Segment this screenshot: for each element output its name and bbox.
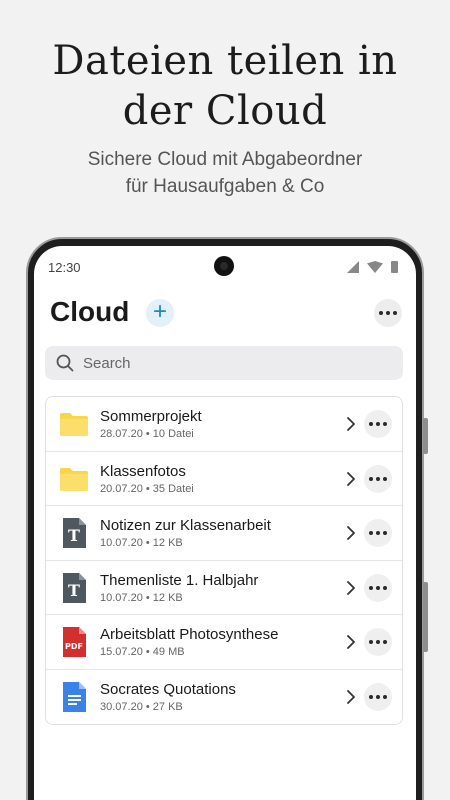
more-dot bbox=[369, 476, 373, 481]
chevron-right-icon[interactable] bbox=[344, 415, 358, 433]
more-dot bbox=[383, 476, 387, 481]
battery-icon bbox=[391, 261, 398, 273]
promo-title-line-1: Dateien teilen in bbox=[52, 38, 398, 84]
phone-screen: 12:30 Cloud + Sommerprojekt 28.07.20 • 10… bbox=[34, 246, 416, 800]
file-row[interactable]: Sommerprojekt 28.07.20 • 10 Datei bbox=[46, 397, 402, 452]
file-name: Klassenfotos bbox=[100, 462, 186, 480]
file-meta: 20.07.20 • 35 Datei bbox=[100, 482, 194, 495]
chevron-right-icon[interactable] bbox=[344, 524, 358, 542]
folder-icon bbox=[58, 408, 90, 440]
promo-title-line-2: der Cloud bbox=[122, 88, 328, 134]
more-dot bbox=[376, 640, 380, 644]
file-name: Notizen zur Klassenarbeit bbox=[100, 517, 271, 534]
file-more-button[interactable] bbox=[364, 682, 392, 711]
more-dot bbox=[383, 640, 387, 644]
phone-side-button bbox=[423, 418, 428, 454]
more-dot bbox=[386, 311, 390, 315]
app-header: Cloud + bbox=[50, 296, 402, 332]
file-icon-glyph: T bbox=[68, 581, 80, 600]
file-list: Sommerprojekt 28.07.20 • 10 Datei Klassenf… bbox=[45, 396, 403, 725]
chevron-right-icon[interactable] bbox=[344, 470, 358, 488]
more-dot bbox=[383, 694, 387, 699]
more-dot bbox=[369, 531, 373, 535]
more-dot bbox=[369, 422, 373, 426]
file-more-button[interactable] bbox=[364, 410, 392, 438]
pdf-file-icon: PDF bbox=[58, 626, 90, 658]
folder-icon bbox=[58, 463, 90, 495]
file-meta: 28.07.20 • 10 Datei bbox=[100, 428, 194, 440]
search-icon bbox=[56, 354, 74, 372]
promo-subtitle-line-2: für Hausaufgaben & Co bbox=[125, 176, 325, 197]
more-dot bbox=[383, 531, 387, 535]
promo-subtitle-line-1: Sichere Cloud mit Abgabeordner bbox=[87, 149, 363, 170]
more-dot bbox=[376, 422, 380, 426]
more-dot bbox=[376, 694, 380, 699]
file-icon-glyph: PDF bbox=[65, 642, 83, 651]
camera-cutout bbox=[214, 256, 234, 276]
file-meta: 10.07.20 • 12 KB bbox=[100, 537, 183, 549]
page-title: Cloud bbox=[50, 296, 130, 327]
file-more-button[interactable] bbox=[364, 573, 392, 602]
status-time: 12:30 bbox=[48, 260, 81, 275]
more-dot bbox=[369, 640, 373, 644]
chevron-right-icon[interactable] bbox=[344, 688, 358, 706]
chevron-right-icon[interactable] bbox=[344, 633, 358, 651]
file-meta: 30.07.20 • 27 KB bbox=[100, 700, 183, 713]
file-row[interactable]: PDF Arbeitsblatt Photosynthese 15.07.20 • … bbox=[46, 615, 402, 670]
search-input[interactable] bbox=[83, 346, 383, 380]
file-row[interactable]: Klassenfotos 20.07.20 • 35 Datei bbox=[46, 452, 402, 506]
more-dot bbox=[379, 311, 383, 315]
wifi-icon bbox=[367, 261, 383, 273]
text-file-icon: T bbox=[58, 517, 90, 549]
file-name: Sommerprojekt bbox=[100, 408, 202, 425]
file-icon-glyph: T bbox=[68, 526, 80, 545]
more-dot bbox=[376, 531, 380, 535]
more-dot bbox=[376, 476, 380, 481]
add-button[interactable]: + bbox=[146, 299, 174, 327]
status-bar: 12:30 bbox=[34, 246, 416, 286]
file-name: Themenliste 1. Halbjahr bbox=[100, 571, 259, 589]
more-dot bbox=[369, 694, 373, 699]
search-box[interactable] bbox=[45, 346, 403, 380]
file-meta: 15.07.20 • 49 MB bbox=[100, 646, 185, 658]
file-more-button[interactable] bbox=[364, 628, 392, 656]
text-file-icon: T bbox=[58, 572, 90, 604]
file-name: Socrates Quotations bbox=[100, 680, 236, 698]
file-more-button[interactable] bbox=[364, 464, 392, 493]
more-dot bbox=[383, 585, 387, 590]
chevron-right-icon[interactable] bbox=[344, 579, 358, 597]
phone-volume-button bbox=[423, 582, 428, 652]
doc-file-icon bbox=[58, 681, 90, 713]
more-dot bbox=[383, 422, 387, 426]
header-more-button[interactable] bbox=[374, 299, 402, 327]
signal-icon bbox=[347, 261, 359, 273]
promo-subtitle: Sichere Cloud mit Abgabeordner für Hausa… bbox=[0, 146, 450, 200]
more-dot bbox=[393, 311, 397, 315]
more-dot bbox=[369, 585, 373, 590]
file-name: Arbeitsblatt Photosynthese bbox=[100, 626, 279, 643]
file-meta: 10.07.20 • 12 KB bbox=[100, 591, 183, 604]
promo-title: Dateien teilen in der Cloud bbox=[0, 36, 450, 136]
file-more-button[interactable] bbox=[364, 519, 392, 547]
status-icons bbox=[347, 261, 398, 273]
file-row[interactable]: Socrates Quotations 30.07.20 • 27 KB bbox=[46, 670, 402, 725]
file-row[interactable]: T Themenliste 1. Halbjahr 10.07.20 • 12 KB bbox=[46, 561, 402, 615]
file-row[interactable]: T Notizen zur Klassenarbeit 10.07.20 • 12 … bbox=[46, 506, 402, 561]
more-dot bbox=[376, 585, 380, 590]
